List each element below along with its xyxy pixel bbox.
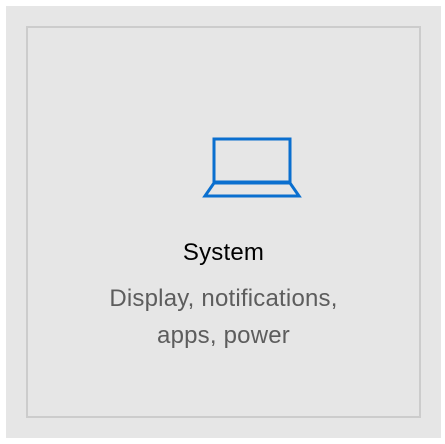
tile-title: System xyxy=(182,239,265,266)
tile-description-line-2: apps, power xyxy=(157,322,290,349)
settings-page: System Display, notifications, apps, pow… xyxy=(0,0,445,444)
tile-description-line-1: Display, notifications, xyxy=(109,285,338,312)
system-settings-tile[interactable]: System Display, notifications, apps, pow… xyxy=(6,6,441,438)
tile-border: System Display, notifications, apps, pow… xyxy=(26,26,421,418)
tile-description: Display, notifications, apps, power xyxy=(28,280,419,354)
laptop-icon xyxy=(202,136,302,200)
